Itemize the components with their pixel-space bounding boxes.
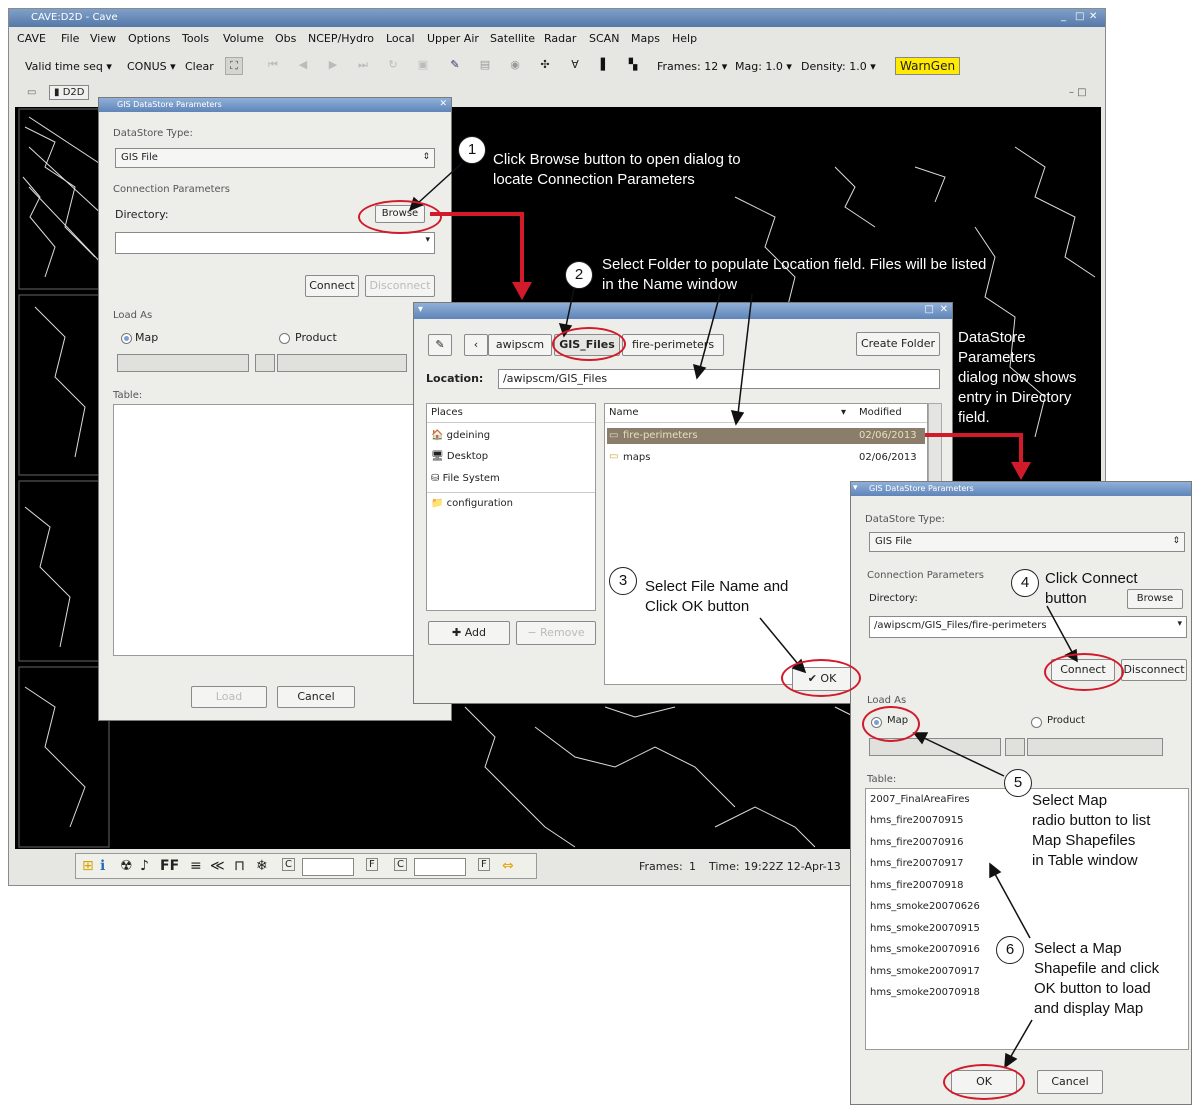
highlight-connect bbox=[1044, 653, 1124, 691]
step-1-line-1: Click Browse button to open dialog to bbox=[493, 151, 741, 168]
highlight-gis-files bbox=[552, 327, 626, 361]
step-6-line-3: OK button to load bbox=[1034, 980, 1151, 997]
red-connector bbox=[1019, 433, 1023, 465]
note-line-4: entry in Directory bbox=[958, 389, 1072, 406]
step-6-line-2: Shapefile and click bbox=[1034, 960, 1160, 977]
step-2-badge: 2 bbox=[565, 261, 593, 289]
red-arrowhead-icon bbox=[512, 282, 532, 300]
step-3-line-1: Select File Name and bbox=[645, 578, 789, 595]
note-line-1: DataStore bbox=[958, 329, 1026, 346]
step-4-badge: 4 bbox=[1011, 569, 1039, 597]
step-2-line-1: Select Folder to populate Location field… bbox=[602, 256, 987, 273]
step-5-badge: 5 bbox=[1004, 769, 1032, 797]
step-4-line-1: Click Connect bbox=[1045, 570, 1138, 587]
step-5-line-4: in Table window bbox=[1032, 852, 1138, 869]
red-arrowhead-icon bbox=[1011, 462, 1031, 480]
step-1-badge: 1 bbox=[458, 136, 486, 164]
note-line-2: Parameters bbox=[958, 349, 1036, 366]
step-4-line-2: button bbox=[1045, 590, 1087, 607]
step-5-line-3: Map Shapefiles bbox=[1032, 832, 1136, 849]
step-5-line-1: Select Map bbox=[1032, 792, 1108, 809]
step-5-line-2: radio button to list bbox=[1032, 812, 1151, 829]
step-6-line-1: Select a Map bbox=[1034, 940, 1122, 957]
highlight-dialog-ok bbox=[943, 1064, 1025, 1100]
step-2-line-2: in the Name window bbox=[602, 276, 738, 293]
note-line-5: field. bbox=[958, 409, 990, 426]
red-connector bbox=[925, 433, 1023, 437]
red-connector bbox=[520, 212, 524, 286]
step-6-badge: 6 bbox=[996, 936, 1024, 964]
step-3-badge: 3 bbox=[609, 567, 637, 595]
step-3-line-2: Click OK button bbox=[645, 598, 750, 615]
red-connector bbox=[430, 212, 524, 216]
step-1-line-2: locate Connection Parameters bbox=[493, 171, 695, 188]
highlight-ok bbox=[781, 659, 861, 697]
highlight-map-radio bbox=[862, 706, 920, 742]
step-6-line-4: and display Map bbox=[1034, 1000, 1144, 1017]
note-line-3: dialog now shows bbox=[958, 369, 1077, 386]
highlight-browse bbox=[358, 200, 442, 234]
